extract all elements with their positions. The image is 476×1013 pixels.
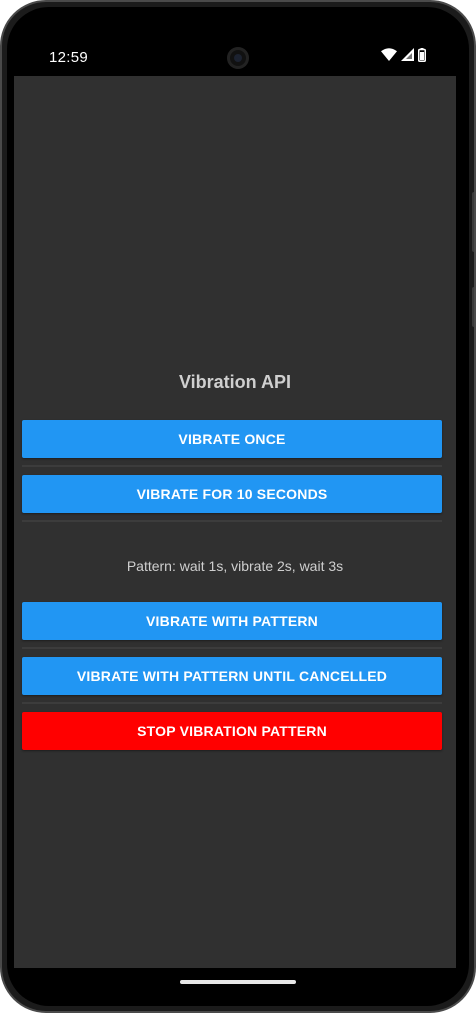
vibrate-pattern-until-cancelled-button[interactable]: VIBRATE WITH PATTERN UNTIL CANCELLED bbox=[22, 657, 442, 695]
divider bbox=[22, 647, 442, 649]
status-time: 12:59 bbox=[49, 49, 89, 66]
battery-icon bbox=[418, 47, 426, 67]
app-screen: Vibration API VIBRATE ONCE VIBRATE FOR 1… bbox=[14, 76, 456, 968]
vibrate-pattern-button[interactable]: VIBRATE WITH PATTERN bbox=[22, 602, 442, 640]
vibrate-10-seconds-button[interactable]: VIBRATE FOR 10 SECONDS bbox=[22, 475, 442, 513]
divider bbox=[22, 465, 442, 467]
status-bar: 12:59 bbox=[7, 7, 469, 81]
cell-signal-icon bbox=[401, 48, 414, 66]
vibrate-once-button[interactable]: VIBRATE ONCE bbox=[22, 420, 442, 458]
front-camera bbox=[227, 47, 249, 69]
divider bbox=[22, 520, 442, 522]
volume-button bbox=[472, 192, 474, 252]
status-icons bbox=[381, 47, 426, 67]
divider bbox=[22, 702, 442, 704]
phone-frame: 12:59 Vibration API VIBRATE ONCE VIBRATE… bbox=[0, 0, 476, 1013]
power-button bbox=[472, 287, 474, 327]
pattern-description: Pattern: wait 1s, vibrate 2s, wait 3s bbox=[126, 558, 344, 574]
home-indicator[interactable] bbox=[180, 980, 296, 984]
wifi-icon bbox=[381, 48, 397, 66]
page-title: Vibration API bbox=[178, 372, 292, 392]
stop-vibration-pattern-button[interactable]: STOP VIBRATION PATTERN bbox=[22, 712, 442, 750]
